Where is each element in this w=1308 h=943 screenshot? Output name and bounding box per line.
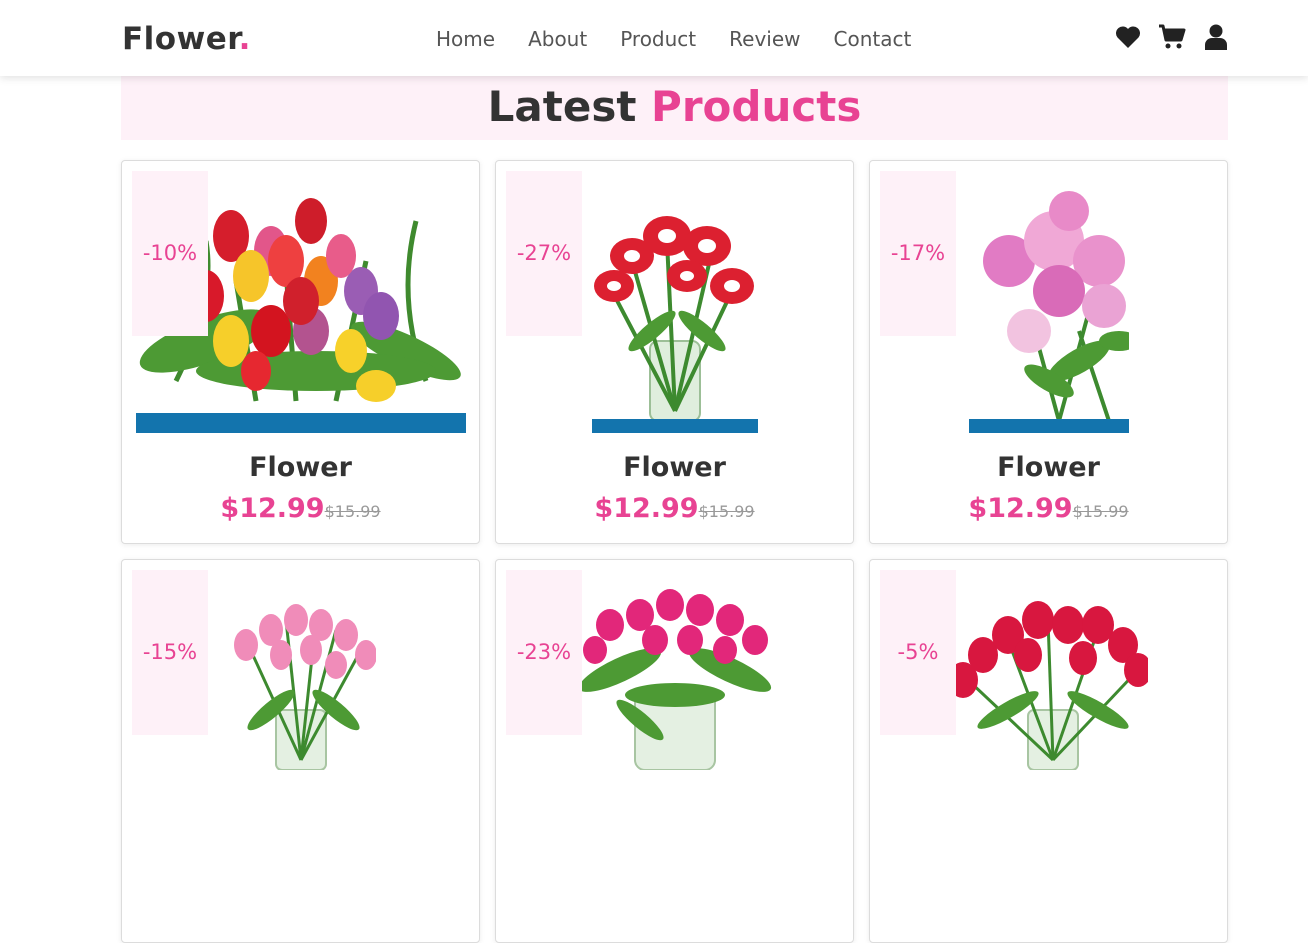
product-price: $12.99$15.99	[122, 491, 479, 530]
product-card[interactable]: -17% Flower $12.99$15.99	[869, 160, 1228, 544]
site-header: Flower. Home About Product Review Contac…	[0, 0, 1308, 76]
current-price: $12.99	[594, 493, 699, 524]
discount-badge: -23%	[506, 570, 582, 735]
product-card[interactable]: -27% Flower $12.99$15.99	[495, 160, 854, 544]
discount-badge: -27%	[506, 171, 582, 336]
nav-review[interactable]: Review	[729, 26, 800, 52]
logo-dot: .	[238, 21, 251, 57]
product-card[interactable]: -10% Flower $12.99$15.99	[121, 160, 480, 544]
title-word-products: Products	[651, 82, 862, 131]
product-price: $12.99$15.99	[496, 491, 853, 530]
product-card[interactable]: -15%	[121, 559, 480, 943]
nav-product[interactable]: Product	[620, 26, 696, 52]
product-name: Flower	[997, 452, 1100, 483]
header-icons	[1114, 23, 1230, 51]
discount-badge: -10%	[132, 171, 208, 336]
product-card[interactable]: -23%	[495, 559, 854, 943]
product-image	[592, 216, 758, 433]
discount-badge: -15%	[132, 570, 208, 735]
product-name: Flower	[249, 452, 352, 483]
old-price: $15.99	[1072, 502, 1129, 521]
product-image	[580, 589, 772, 770]
cart-icon[interactable]	[1158, 23, 1186, 51]
logo-text: Flower	[122, 21, 239, 57]
user-icon[interactable]	[1202, 23, 1230, 51]
heart-icon[interactable]	[1114, 23, 1142, 51]
product-name: Flower	[623, 452, 726, 483]
section-title: Latest Products	[121, 76, 1228, 138]
old-price: $15.99	[698, 502, 755, 521]
product-card[interactable]: -5%	[869, 559, 1228, 943]
nav-about[interactable]: About	[528, 26, 587, 52]
title-word-latest: Latest	[487, 82, 637, 131]
product-image	[948, 601, 1148, 770]
nav-home[interactable]: Home	[436, 26, 495, 52]
nav-contact[interactable]: Contact	[834, 26, 912, 52]
discount-badge: -5%	[880, 570, 956, 735]
product-image	[969, 191, 1129, 433]
logo[interactable]: Flower.	[122, 20, 251, 58]
old-price: $15.99	[324, 502, 381, 521]
main-nav: Home About Product Review Contact	[436, 26, 944, 52]
current-price: $12.99	[968, 493, 1073, 524]
section-title-band: Latest Products	[121, 76, 1228, 140]
current-price: $12.99	[220, 493, 325, 524]
discount-badge: -17%	[880, 171, 956, 336]
product-image	[234, 604, 376, 770]
product-price: $12.99$15.99	[870, 491, 1227, 530]
